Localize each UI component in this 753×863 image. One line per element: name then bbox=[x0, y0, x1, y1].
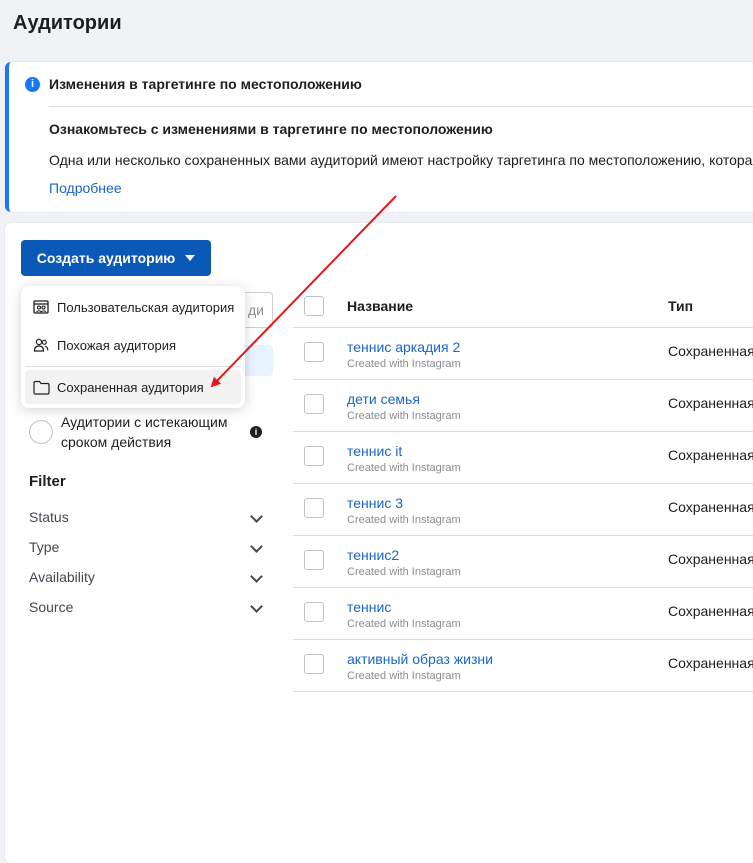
filter-title: Filter bbox=[29, 473, 66, 490]
table-row[interactable]: теннис Created with Instagram Сохраненная bbox=[293, 588, 753, 640]
row-checkbox[interactable] bbox=[304, 342, 324, 362]
create-audience-menu: Пользовательская аудитория Похожая аудит… bbox=[21, 286, 245, 408]
table-row[interactable]: теннис 3 Created with Instagram Сохраненна… bbox=[293, 484, 753, 536]
chevron-down-icon bbox=[250, 570, 263, 583]
create-audience-label: Создать аудиторию bbox=[36, 250, 176, 266]
audience-source: Created with Instagram bbox=[347, 670, 461, 682]
notice-divider bbox=[49, 106, 753, 107]
filter-type[interactable]: Type bbox=[29, 539, 265, 559]
audience-type: Сохраненная bbox=[668, 655, 753, 671]
menu-item-label: Сохраненная аудитория bbox=[57, 379, 204, 395]
filter-source[interactable]: Source bbox=[29, 599, 265, 619]
menu-item-custom-audience[interactable]: Пользовательская аудитория bbox=[25, 290, 241, 324]
table-row[interactable]: дети семья Created with Instagram Сохранен… bbox=[293, 380, 753, 432]
table-row[interactable]: активный образ жизни Created with Instagr… bbox=[293, 640, 753, 692]
audience-source: Created with Instagram bbox=[347, 618, 461, 630]
audience-name-link[interactable]: теннис 3 bbox=[347, 495, 403, 511]
audience-name-link[interactable]: теннис it bbox=[347, 443, 402, 459]
audience-type: Сохраненная bbox=[668, 551, 753, 567]
audience-type: Сохраненная bbox=[668, 499, 753, 515]
notice-body: Одна или несколько сохраненных вами ауди… bbox=[49, 152, 753, 168]
filter-label: Status bbox=[29, 509, 69, 525]
select-all-checkbox[interactable] bbox=[304, 296, 324, 316]
column-header-type[interactable]: Тип bbox=[668, 298, 693, 314]
row-checkbox[interactable] bbox=[304, 602, 324, 622]
row-checkbox[interactable] bbox=[304, 498, 324, 518]
audience-name-link[interactable]: теннис аркадия 2 bbox=[347, 339, 460, 355]
learn-more-link[interactable]: Подробнее bbox=[49, 180, 122, 196]
audience-type: Сохраненная bbox=[668, 395, 753, 411]
row-checkbox[interactable] bbox=[304, 654, 324, 674]
custom-audience-icon bbox=[32, 298, 50, 316]
expiring-audiences-toggle[interactable] bbox=[29, 420, 53, 444]
audience-source: Created with Instagram bbox=[347, 514, 461, 526]
filter-label: Type bbox=[29, 539, 60, 555]
selected-filter-item[interactable] bbox=[244, 345, 273, 376]
audience-name-link[interactable]: теннис bbox=[347, 599, 391, 615]
menu-item-saved-audience[interactable]: Сохраненная аудитория bbox=[25, 370, 241, 404]
table-header: Название Тип bbox=[293, 285, 753, 328]
audience-type: Сохраненная bbox=[668, 343, 753, 359]
chevron-down-icon bbox=[250, 510, 263, 523]
menu-item-label: Похожая аудитория bbox=[57, 337, 177, 353]
filter-status[interactable]: Status bbox=[29, 509, 265, 529]
audiences-table: Название Тип теннис аркадия 2 Created wit… bbox=[293, 285, 753, 692]
audience-source: Created with Instagram bbox=[347, 566, 461, 578]
create-audience-button[interactable]: Создать аудиторию bbox=[21, 240, 211, 276]
table-row[interactable]: теннис it Created with Instagram Сохраненн… bbox=[293, 432, 753, 484]
filter-label: Source bbox=[29, 599, 74, 615]
caret-down-icon bbox=[185, 255, 196, 261]
row-checkbox[interactable] bbox=[304, 446, 324, 466]
audience-type: Сохраненная bbox=[668, 447, 753, 463]
menu-divider bbox=[25, 366, 241, 367]
chevron-down-icon bbox=[250, 600, 263, 613]
expiring-audiences-label: Аудитории с истекающим сроком действия bbox=[61, 414, 228, 450]
audience-source: Created with Instagram bbox=[347, 462, 461, 474]
location-targeting-notice: i Изменения в таргетинге по местоположен… bbox=[5, 62, 753, 212]
info-icon[interactable]: i bbox=[250, 426, 262, 438]
audience-type: Сохраненная bbox=[668, 603, 753, 619]
info-icon: i bbox=[25, 77, 40, 92]
notice-title: Изменения в таргетинге по местоположению bbox=[49, 76, 362, 92]
folder-icon bbox=[32, 378, 50, 396]
notice-subtitle: Ознакомьтесь с изменениями в таргетинге … bbox=[49, 121, 493, 137]
page-title: Аудитории bbox=[13, 12, 122, 34]
row-checkbox[interactable] bbox=[304, 394, 324, 414]
filter-availability[interactable]: Availability bbox=[29, 569, 265, 589]
audience-source: Created with Instagram bbox=[347, 358, 461, 370]
audience-name-link[interactable]: теннис2 bbox=[347, 547, 399, 563]
chevron-down-icon bbox=[250, 540, 263, 553]
menu-item-label: Пользовательская аудитория bbox=[57, 299, 235, 315]
search-input-text: ди bbox=[248, 302, 264, 318]
filter-label: Availability bbox=[29, 569, 95, 585]
column-header-name[interactable]: Название bbox=[347, 298, 413, 314]
table-row[interactable]: теннис аркадия 2 Created with Instagram Со… bbox=[293, 328, 753, 380]
audience-name-link[interactable]: дети семья bbox=[347, 391, 420, 407]
audience-name-link[interactable]: активный образ жизни bbox=[347, 651, 493, 667]
audience-source: Created with Instagram bbox=[347, 410, 461, 422]
people-icon bbox=[32, 336, 50, 354]
menu-item-lookalike-audience[interactable]: Похожая аудитория bbox=[25, 328, 241, 362]
table-row[interactable]: теннис2 Created with Instagram Сохраненная bbox=[293, 536, 753, 588]
row-checkbox[interactable] bbox=[304, 550, 324, 570]
